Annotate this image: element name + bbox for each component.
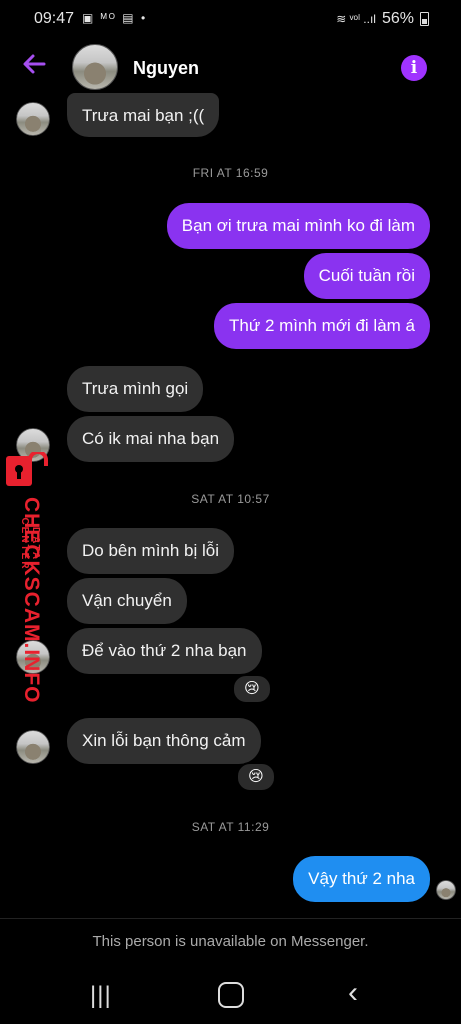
watermark-text: CHECKSCAM.INFO <box>20 497 43 704</box>
reaction-crying-icon[interactable]: 😢 <box>232 674 272 704</box>
incoming-message[interactable]: Để vào thứ 2 nha bạn <box>67 628 262 674</box>
info-icon[interactable]: i <box>401 55 427 81</box>
lock-icon <box>4 450 48 488</box>
status-time: 09:47 <box>34 10 75 27</box>
timestamp: SAT AT 11:29 <box>191 820 270 834</box>
chat-header: Nguyen i <box>0 40 461 100</box>
incoming-message[interactable]: Vận chuyển <box>67 578 187 624</box>
contact-name[interactable]: Nguyen <box>133 58 199 79</box>
avatar[interactable] <box>16 730 50 764</box>
seen-avatar <box>436 880 456 900</box>
incoming-message[interactable]: Có ik mai nha bạn <box>67 416 235 462</box>
system-nav-bar: ||| ‹ <box>0 970 461 1024</box>
incoming-message[interactable]: Do bên mình bị lỗi <box>67 528 235 574</box>
status-right: ≋ ᵛᵒˡ ..ıl 56% <box>336 10 429 28</box>
incoming-message[interactable]: Xin lỗi bạn thông cảm <box>67 718 261 764</box>
battery-level: 56% <box>381 10 414 27</box>
timestamp: FRI AT 16:59 <box>192 166 269 180</box>
incoming-message[interactable]: Trưa mình gọi <box>67 366 204 412</box>
status-notification-icons: ▣ ᴹᴼ ▤ • <box>82 11 148 25</box>
avatar[interactable] <box>16 102 50 136</box>
divider <box>0 918 461 919</box>
recent-apps-icon[interactable]: ||| <box>90 982 112 1010</box>
unavailable-notice: This person is unavailable on Messenger. <box>92 933 369 950</box>
back-icon[interactable]: ‹ <box>348 976 358 1010</box>
contact-avatar[interactable] <box>72 44 118 90</box>
outgoing-message[interactable]: Thứ 2 mình mới đi làm á <box>214 303 430 349</box>
reaction-crying-icon[interactable]: 😢 <box>236 762 276 792</box>
signal-icons: ≋ ᵛᵒˡ ..ıl <box>336 12 376 26</box>
outgoing-message[interactable]: Cuối tuần rồi <box>303 253 430 299</box>
home-icon[interactable] <box>218 982 244 1008</box>
outgoing-message[interactable]: Bạn ơi trưa mai mình ko đi làm <box>166 203 430 249</box>
incoming-message[interactable]: Trưa mai bạn ;(( <box>67 93 220 137</box>
battery-icon <box>420 12 429 26</box>
back-arrow-icon[interactable] <box>20 50 48 84</box>
timestamp: SAT AT 10:57 <box>191 492 270 506</box>
status-bar: 09:47 ▣ ᴹᴼ ▤ • ≋ ᵛᵒˡ ..ıl 56% <box>0 0 461 40</box>
outgoing-message[interactable]: Vậy thứ 2 nha <box>293 856 430 902</box>
